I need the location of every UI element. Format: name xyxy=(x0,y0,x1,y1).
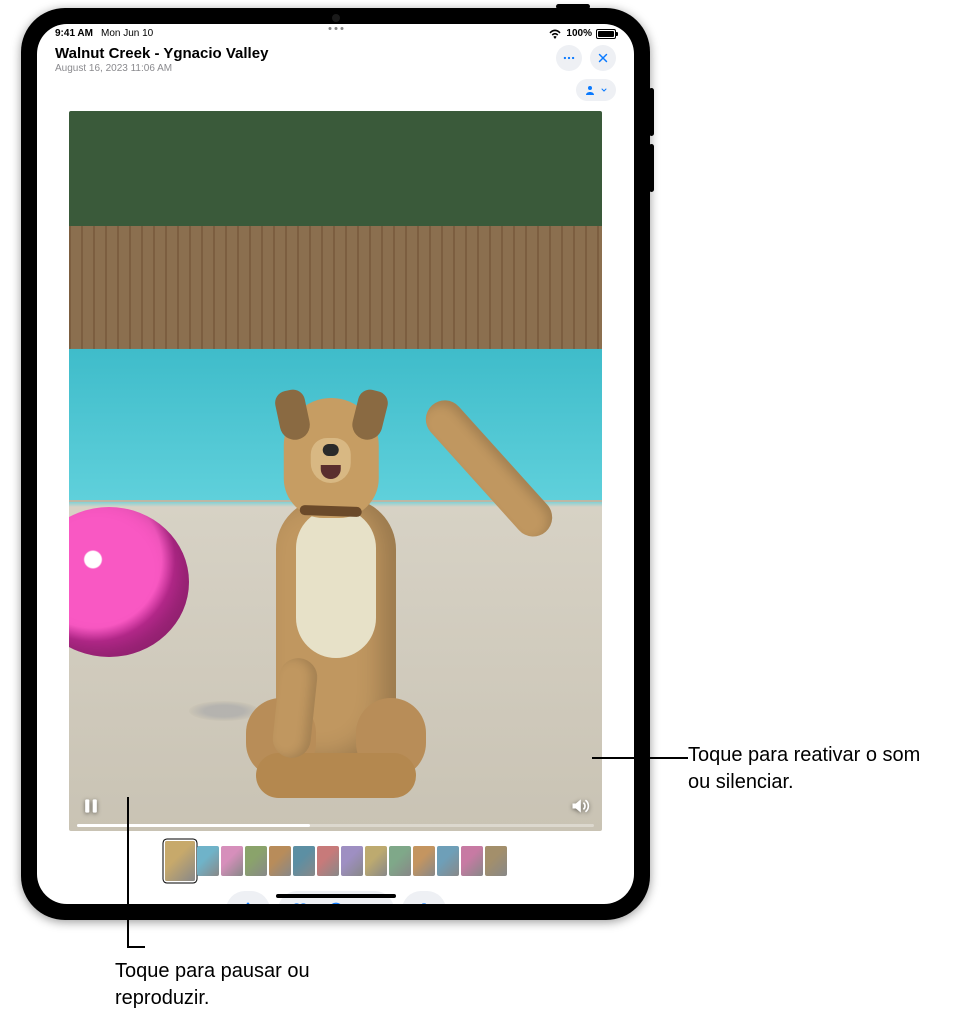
mute-unmute-button[interactable] xyxy=(566,792,594,820)
thumbnail-item[interactable] xyxy=(197,846,219,876)
thumbnail-item[interactable] xyxy=(365,846,387,876)
photo-location-title: Walnut Creek - Ygnacio Valley xyxy=(55,45,268,62)
volume-up-hardware-button xyxy=(649,88,654,136)
thumbnail-item[interactable] xyxy=(461,846,483,876)
callout-line-playpause-h xyxy=(127,946,145,948)
thumbnail-item[interactable] xyxy=(165,841,195,881)
video-content[interactable] xyxy=(69,111,602,831)
more-options-button[interactable] xyxy=(556,45,582,71)
power-hardware-button xyxy=(556,4,590,9)
thumbnail-strip[interactable] xyxy=(69,841,602,881)
wifi-icon xyxy=(548,29,562,39)
battery-icon xyxy=(596,29,616,39)
home-indicator[interactable] xyxy=(276,894,396,898)
thumbnail-item[interactable] xyxy=(413,846,435,876)
video-scrubber[interactable] xyxy=(77,824,594,827)
video-progress-fill xyxy=(77,824,310,827)
thumbnail-item[interactable] xyxy=(245,846,267,876)
front-camera-dot xyxy=(332,14,340,22)
thumbnail-item[interactable] xyxy=(317,846,339,876)
thumbnail-item[interactable] xyxy=(437,846,459,876)
screen: 9:41 AM Mon Jun 10 100% Walnut Creek - Y… xyxy=(37,24,634,904)
photo-pool-float xyxy=(69,507,189,657)
status-date: Mon Jun 10 xyxy=(101,28,153,39)
thumbnail-item[interactable] xyxy=(341,846,363,876)
close-button[interactable] xyxy=(590,45,616,71)
play-pause-button[interactable] xyxy=(77,792,105,820)
photo-header: Walnut Creek - Ygnacio Valley August 16,… xyxy=(37,39,634,107)
thumbnail-item[interactable] xyxy=(269,846,291,876)
status-time: 9:41 AM xyxy=(55,28,93,39)
callout-playpause: Toque para pausar ou reproduzir. xyxy=(115,958,375,1012)
photo-viewer xyxy=(37,107,634,904)
callout-line-mute xyxy=(592,757,688,759)
thumbnail-item[interactable] xyxy=(389,846,411,876)
delete-button[interactable] xyxy=(406,895,442,904)
callout-line-playpause xyxy=(127,797,129,947)
photo-datetime-subtitle: August 16, 2023 11:06 AM xyxy=(55,63,268,74)
photo-dog-subject xyxy=(236,298,436,818)
share-button[interactable] xyxy=(230,895,266,904)
multitask-dots-icon[interactable] xyxy=(328,27,343,30)
people-pets-button[interactable] xyxy=(576,79,616,101)
thumbnail-item[interactable] xyxy=(293,846,315,876)
callout-mute: Toque para reativar o som ou silenciar. xyxy=(688,742,948,796)
battery-percent: 100% xyxy=(566,28,592,39)
volume-down-hardware-button xyxy=(649,144,654,192)
video-overlay-controls xyxy=(69,786,602,831)
ipad-device-frame: 9:41 AM Mon Jun 10 100% Walnut Creek - Y… xyxy=(21,8,650,920)
thumbnail-item[interactable] xyxy=(221,846,243,876)
thumbnail-item[interactable] xyxy=(485,846,507,876)
